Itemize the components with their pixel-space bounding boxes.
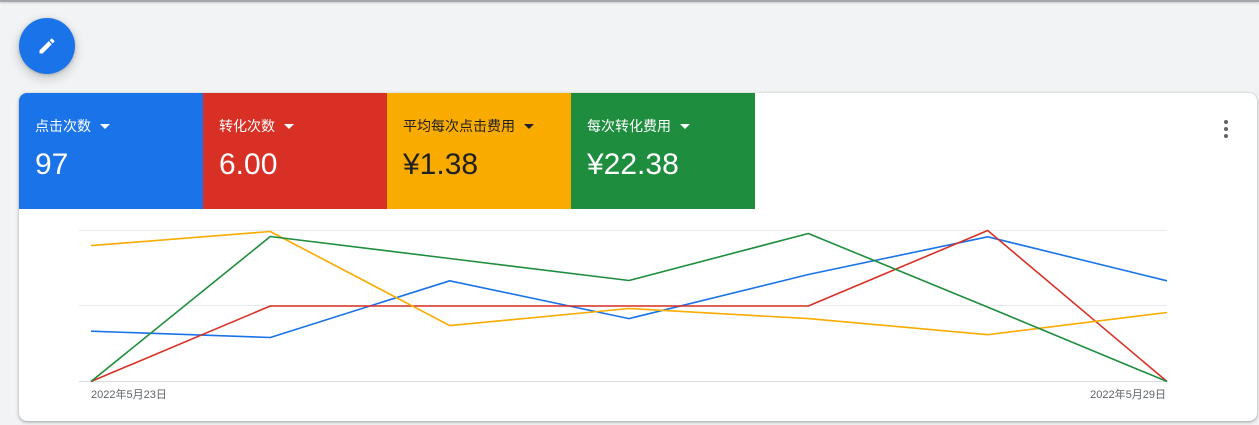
data-point-cost-per-conversion[interactable] xyxy=(446,255,454,263)
data-point-clicks[interactable] xyxy=(266,334,274,342)
data-point-conversions[interactable] xyxy=(984,227,992,235)
scorecard-row: 点击次数 97 转化次数 6.00 平均每次点击费用 ¥1.38 每次转化费用 xyxy=(19,93,755,209)
scorecard-value: 97 xyxy=(35,148,69,181)
scorecard-conversions[interactable]: 转化次数 6.00 xyxy=(203,93,387,209)
performance-card: 点击次数 97 转化次数 6.00 平均每次点击费用 ¥1.38 每次转化费用 xyxy=(19,93,1257,421)
data-point-avg-cpc[interactable] xyxy=(984,331,992,339)
data-point-cost-per-conversion[interactable] xyxy=(804,230,812,238)
metric-selector[interactable]: 平均每次点击费用 xyxy=(403,117,534,135)
data-point-clicks[interactable] xyxy=(87,327,95,335)
data-point-clicks[interactable] xyxy=(804,271,812,279)
scorecard-clicks[interactable]: 点击次数 97 xyxy=(19,93,203,209)
data-point-clicks[interactable] xyxy=(625,315,633,323)
arrow-drop-down-icon xyxy=(680,123,690,129)
scorecard-label: 转化次数 xyxy=(219,118,275,134)
data-point-clicks[interactable] xyxy=(446,277,454,285)
data-point-conversions[interactable] xyxy=(446,302,454,310)
data-point-cost-per-conversion[interactable] xyxy=(87,378,95,386)
data-point-avg-cpc[interactable] xyxy=(1163,309,1171,317)
metric-selector[interactable]: 每次转化费用 xyxy=(587,117,690,135)
scorecard-value: ¥22.38 xyxy=(587,148,679,181)
data-point-avg-cpc[interactable] xyxy=(804,315,812,323)
data-point-conversions[interactable] xyxy=(266,302,274,310)
data-point-cost-per-conversion[interactable] xyxy=(1163,378,1171,386)
metric-selector[interactable]: 转化次数 xyxy=(219,117,294,135)
scorecard-avg-cpc[interactable]: 平均每次点击费用 ¥1.38 xyxy=(387,93,571,209)
more-options-button[interactable] xyxy=(1214,117,1238,141)
performance-chart: 2022年5月23日 2022年5月29日 xyxy=(79,227,1171,401)
data-point-clicks[interactable] xyxy=(1163,277,1171,285)
arrow-drop-down-icon xyxy=(284,123,294,129)
data-point-avg-cpc[interactable] xyxy=(625,305,633,313)
x-tick-label-end: 2022年5月29日 xyxy=(1090,387,1166,401)
scorecard-value: 6.00 xyxy=(219,148,278,181)
more-vert-icon xyxy=(1224,120,1228,138)
top-divider xyxy=(0,0,1259,2)
edit-button[interactable] xyxy=(19,18,75,74)
data-point-cost-per-conversion[interactable] xyxy=(984,303,992,311)
data-point-avg-cpc[interactable] xyxy=(87,242,95,250)
arrow-drop-down-icon xyxy=(524,123,534,129)
edit-icon xyxy=(39,38,55,54)
scorecard-label: 每次转化费用 xyxy=(587,118,671,134)
scorecard-value: ¥1.38 xyxy=(403,148,479,181)
scorecard-label: 点击次数 xyxy=(35,118,91,134)
arrow-drop-down-icon xyxy=(100,123,110,129)
scorecard-label: 平均每次点击费用 xyxy=(403,118,515,134)
data-point-avg-cpc[interactable] xyxy=(446,322,454,330)
data-point-conversions[interactable] xyxy=(804,302,812,310)
x-tick-label-start: 2022年5月23日 xyxy=(91,387,167,401)
scorecard-cost-per-conversion[interactable]: 每次转化费用 ¥22.38 xyxy=(571,93,755,209)
metric-selector[interactable]: 点击次数 xyxy=(35,117,110,135)
data-point-cost-per-conversion[interactable] xyxy=(266,233,274,241)
data-point-cost-per-conversion[interactable] xyxy=(625,277,633,285)
